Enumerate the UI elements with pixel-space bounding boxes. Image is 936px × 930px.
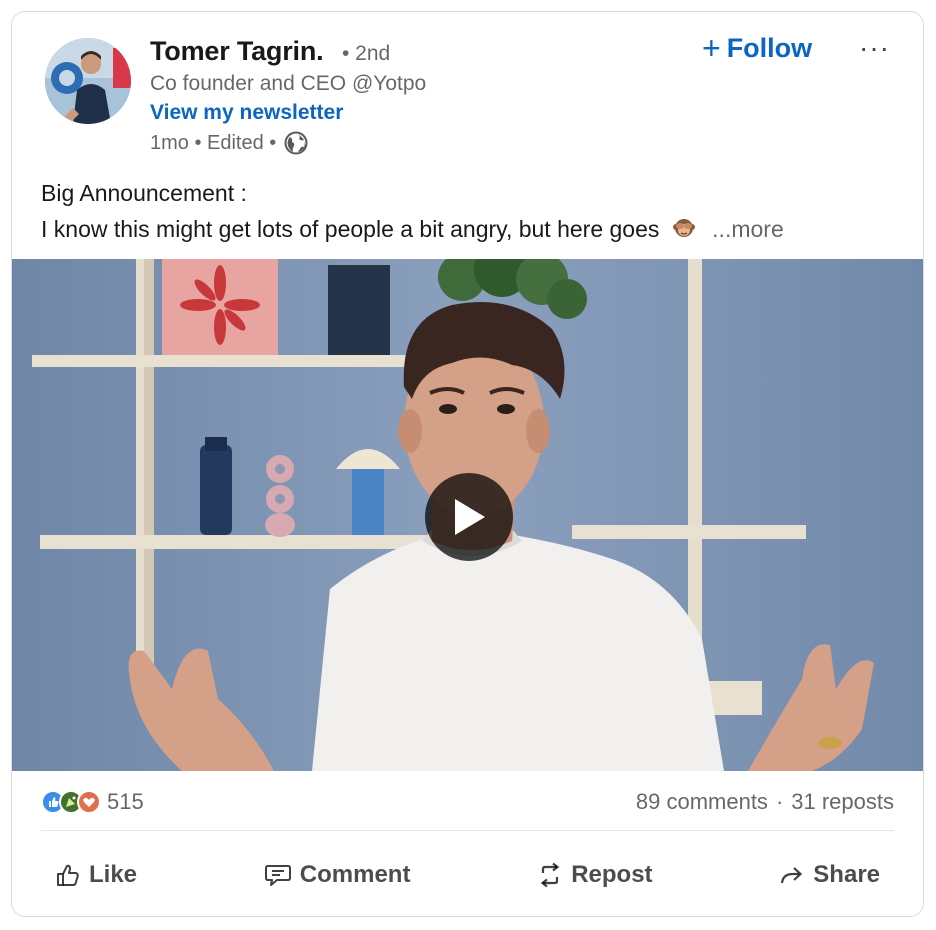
play-button[interactable] bbox=[425, 473, 513, 561]
share-arrow-icon bbox=[781, 867, 803, 884]
counts-separator: · bbox=[775, 789, 784, 814]
like-label: Like bbox=[89, 861, 138, 888]
author-headline: Co founder and CEO @Yotpo bbox=[150, 72, 427, 95]
feed-post-card: Tomer Tagrin. • 2nd Co founder and CEO @… bbox=[11, 11, 924, 917]
reposts-count-link[interactable]: 31 reposts bbox=[791, 789, 894, 815]
plus-icon: + bbox=[702, 30, 721, 66]
share-button[interactable]: Share bbox=[765, 853, 894, 897]
view-newsletter-link[interactable]: View my newsletter bbox=[150, 101, 343, 125]
post-actions-bar: Like Comment Repost Share bbox=[41, 842, 894, 908]
reaction-icons bbox=[41, 790, 101, 814]
social-counts-bar: 515 89 comments · 31 reposts bbox=[41, 784, 894, 820]
play-icon bbox=[455, 499, 485, 535]
repost-button[interactable]: Repost bbox=[523, 853, 666, 897]
post-text-line-2: I know this might get lots of people a b… bbox=[41, 211, 784, 247]
profile-photo bbox=[45, 38, 131, 124]
reaction-count: 515 bbox=[107, 789, 144, 814]
actions-divider bbox=[41, 830, 894, 831]
repost-label: Repost bbox=[571, 861, 653, 888]
post-timestamp: 1mo • Edited • bbox=[150, 131, 277, 154]
post-text-line-2-content: I know this might get lots of people a b… bbox=[41, 216, 660, 242]
post-text: Big Announcement : I know this might get… bbox=[41, 175, 784, 247]
comment-label: Comment bbox=[299, 861, 411, 888]
globe-icon bbox=[284, 131, 308, 155]
more-options-icon[interactable]: ··· bbox=[859, 32, 890, 64]
video-player[interactable] bbox=[12, 259, 923, 771]
love-reaction-icon bbox=[77, 790, 101, 814]
share-label: Share bbox=[813, 861, 880, 888]
follow-button[interactable]: + Follow bbox=[702, 32, 812, 64]
follow-label: Follow bbox=[726, 32, 813, 63]
post-meta: 1mo • Edited • bbox=[150, 131, 308, 155]
author-name[interactable]: Tomer Tagrin. bbox=[150, 36, 324, 67]
comments-count-link[interactable]: 89 comments bbox=[636, 789, 768, 815]
like-button[interactable]: Like bbox=[41, 853, 151, 897]
author-avatar[interactable] bbox=[45, 38, 131, 124]
thumbs-up-icon bbox=[57, 864, 79, 886]
comment-button[interactable]: Comment bbox=[250, 853, 425, 897]
reactions-summary[interactable]: 515 bbox=[41, 789, 144, 815]
see-no-evil-monkey-icon bbox=[672, 219, 695, 237]
post-text-line-1: Big Announcement : bbox=[41, 180, 247, 206]
see-more-link[interactable]: ...more bbox=[712, 216, 784, 242]
repost-icon bbox=[540, 862, 560, 888]
connection-degree: • 2nd bbox=[342, 42, 391, 65]
comment-icon bbox=[264, 865, 291, 886]
engagement-counts: 89 comments · 31 reposts bbox=[636, 789, 894, 815]
